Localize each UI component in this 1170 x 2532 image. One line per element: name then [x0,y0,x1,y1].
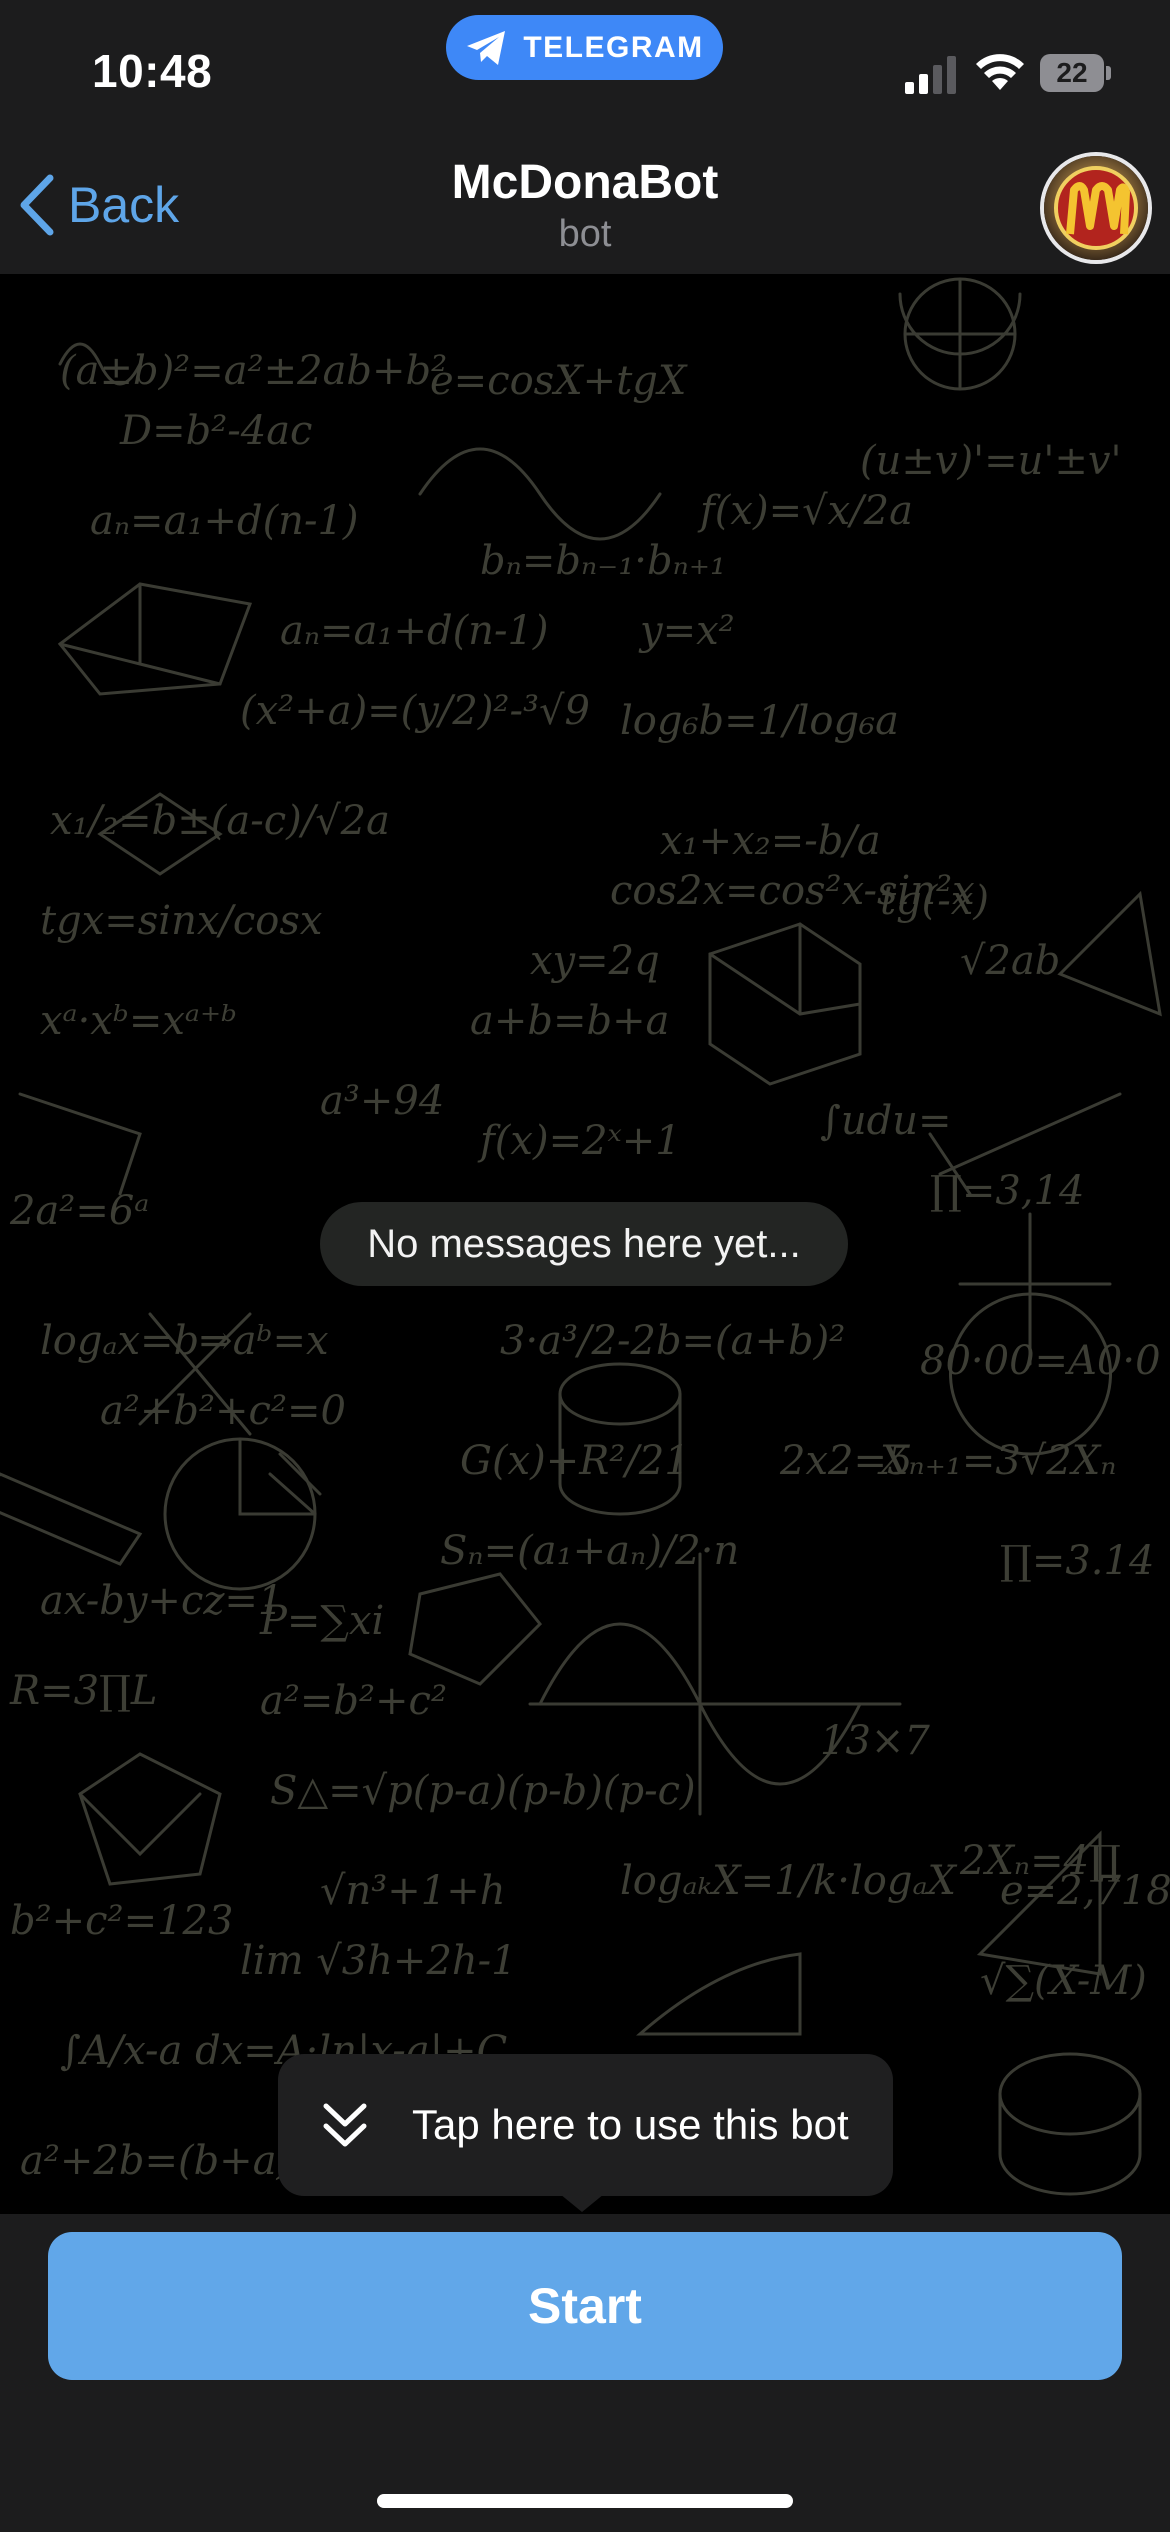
svg-text:√∑(X-M): √∑(X-M) [980,1958,1147,2004]
svg-text:(a±b)²=a²±2ab+b²: (a±b)²=a²±2ab+b² [60,348,447,394]
svg-text:aₙ=a₁+d(n-1): aₙ=a₁+d(n-1) [280,608,549,654]
svg-text:xy=2q: xy=2q [530,938,660,984]
svg-text:f(x)=√x/2a: f(x)=√x/2a [697,488,913,534]
svg-text:a+b=b+a: a+b=b+a [470,998,669,1044]
svg-text:a³+94: a³+94 [320,1078,444,1124]
battery-level: 22 [1040,54,1104,92]
use-bot-tooltip[interactable]: Tap here to use this bot [278,2054,893,2196]
svg-text:b²+c²=123: b²+c²=123 [10,1898,233,1944]
chat-subtitle: bot [558,213,612,255]
status-time: 10:48 [92,45,213,97]
svg-text:Sₙ=(a₁+aₙ)/2·n: Sₙ=(a₁+aₙ)/2·n [440,1528,739,1574]
svg-text:(x²+a)=(y/2)²-³√9: (x²+a)=(y/2)²-³√9 [240,688,590,734]
svg-text:√n³+1+h: √n³+1+h [320,1868,506,1914]
svg-text:a²+2b=(b+a)²: a²+2b=(b+a)² [20,2138,308,2184]
svg-text:G(x)+R²/21: G(x)+R²/21 [460,1438,690,1484]
svg-text:e=2,718: e=2,718 [1000,1868,1170,1914]
svg-text:(u±v)'=u'±v': (u±v)'=u'±v' [860,438,1121,484]
svg-text:log₆b=1/log₆a: log₆b=1/log₆a [620,698,899,744]
tooltip-arrow [560,2194,604,2212]
battery-tip [1106,66,1111,80]
status-bar: 10:48 TELEGRAM 22 [0,0,1170,140]
svg-text:13×7: 13×7 [820,1718,930,1764]
telegram-icon [467,30,506,65]
svg-text:∫udu=: ∫udu= [820,1098,951,1144]
battery-icon: 22 [1040,54,1111,92]
screen: 10:48 TELEGRAM 22 Back McDonaBot bot (a±… [0,0,1170,2532]
start-button[interactable]: Start [48,2232,1122,2380]
svg-text:logₐₖX=1/k·logₐX: logₐₖX=1/k·logₐX [620,1858,957,1904]
svg-text:S△=√p(p-a)(p-b)(p-c): S△=√p(p-a)(p-b)(p-c) [270,1768,696,1814]
svg-text:a²=b²+c²: a²=b²+c² [260,1678,447,1724]
svg-text:80·00=A0·0: 80·00=A0·0 [920,1338,1161,1384]
telegram-pill-label: TELEGRAM [523,30,704,64]
svg-text:x₁/₂=b±(a-c)/√2a: x₁/₂=b±(a-c)/√2a [50,798,390,844]
nav-bar: Back McDonaBot bot [0,140,1170,274]
tooltip-text: Tap here to use this bot [412,2101,849,2148]
svg-text:2a²=6ᵃ: 2a²=6ᵃ [9,1188,149,1234]
svg-text:y=x²: y=x² [638,608,735,654]
signal-icon [905,56,956,94]
svg-text:aₙ=a₁+d(n-1): aₙ=a₁+d(n-1) [90,498,359,544]
svg-text:ax-by+cz=1: ax-by+cz=1 [40,1578,283,1624]
svg-text:xᵃ·xᵇ=xᵃ⁺ᵇ: xᵃ·xᵇ=xᵃ⁺ᵇ [40,998,237,1044]
mcdonalds-logo-icon [1044,156,1148,260]
svg-text:bₙ=bₙ₋₁·bₙ₊₁: bₙ=bₙ₋₁·bₙ₊₁ [480,538,726,584]
svg-text:∏=3.14: ∏=3.14 [1000,1538,1154,1584]
svg-text:a²+b²+c²=0: a²+b²+c²=0 [100,1388,346,1434]
svg-text:P=∑xi: P=∑xi [259,1598,384,1644]
wifi-icon [976,54,1024,90]
svg-text:3·a³/2-2b=(a+b)²: 3·a³/2-2b=(a+b)² [500,1318,845,1364]
bot-avatar[interactable] [1040,152,1152,264]
bottom-panel: Start [0,2214,1170,2532]
svg-text:tgx=sinx/cosx: tgx=sinx/cosx [40,898,322,944]
svg-text:lim √3h+2h-1: lim √3h+2h-1 [240,1938,517,1984]
chat-title: McDonaBot [451,156,719,209]
chat-header[interactable]: McDonaBot bot [0,154,1170,256]
double-chevron-down-icon [323,2103,367,2147]
svg-text:tg(-x): tg(-x) [880,878,989,924]
svg-text:x₁+x₂=-b/a: x₁+x₂=-b/a [660,818,881,864]
svg-text:√2ab: √2ab [960,938,1060,984]
svg-text:e=cosX+tgX: e=cosX+tgX [430,358,688,404]
empty-chat-placeholder: No messages here yet... [320,1202,848,1286]
chat-area[interactable]: (a±b)²=a²±2ab+b² e=cosX+tgX D=b²-4ac aₙ=… [0,274,1170,2214]
svg-text:Xₙ₊₁=3√2Xₙ: Xₙ₊₁=3√2Xₙ [877,1438,1116,1484]
svg-text:R=3∏L: R=3∏L [9,1668,157,1714]
home-indicator[interactable] [377,2494,793,2508]
svg-text:∏=3,14: ∏=3,14 [930,1168,1084,1214]
svg-text:D=b²-4ac: D=b²-4ac [119,408,312,454]
telegram-pill[interactable]: TELEGRAM [446,15,723,80]
svg-text:f(x)=2ˣ+1: f(x)=2ˣ+1 [477,1118,681,1164]
svg-text:logₐx=b⇒aᵇ=x: logₐx=b⇒aᵇ=x [40,1318,329,1364]
